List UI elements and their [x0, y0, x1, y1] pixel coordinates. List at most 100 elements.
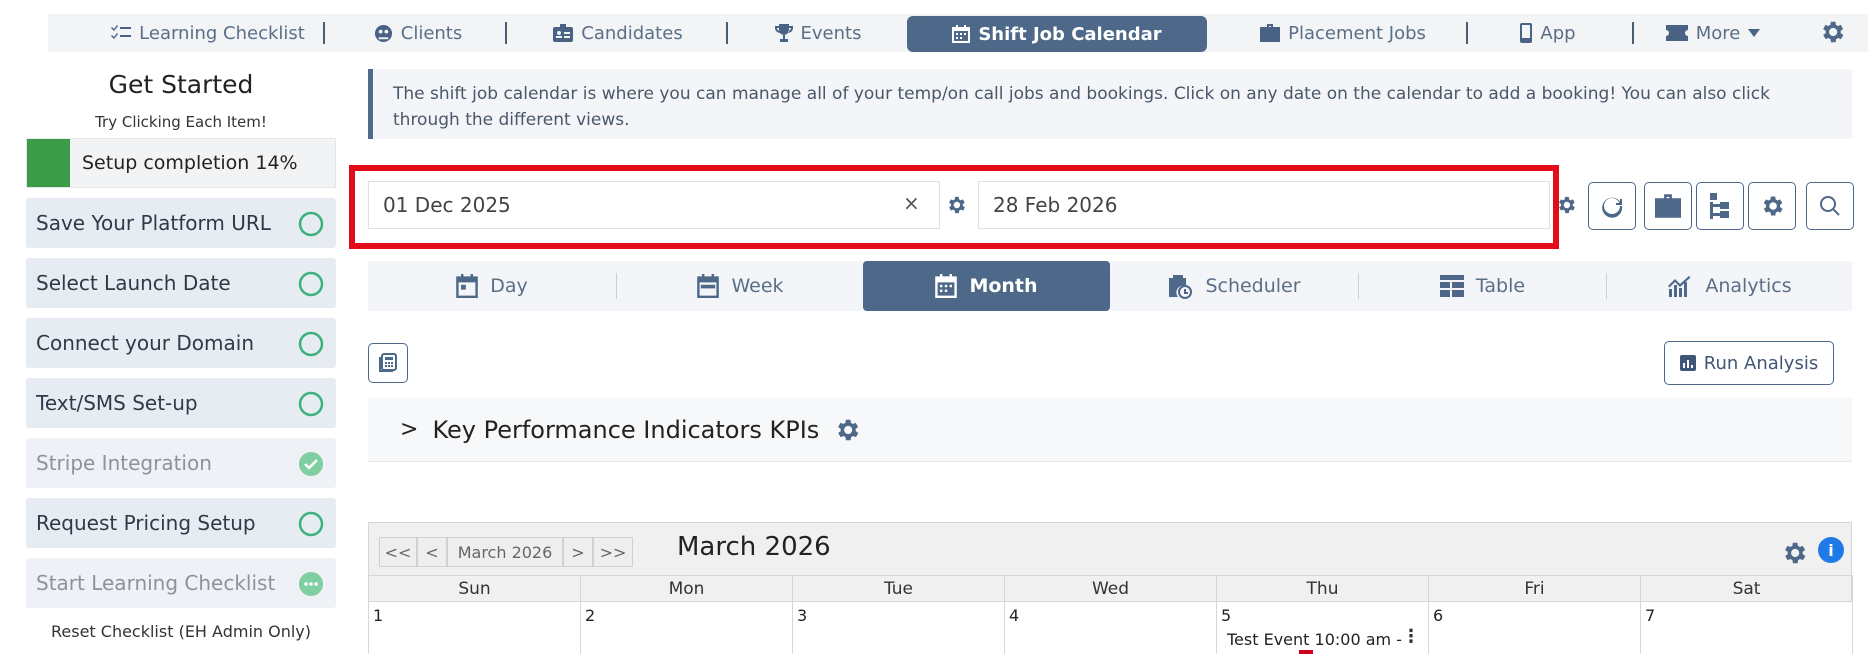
empty-circle-icon: [298, 331, 324, 357]
tab-label: Day: [490, 275, 528, 297]
nav-events[interactable]: Events: [738, 14, 898, 52]
nav-learning-checklist[interactable]: Learning Checklist: [88, 14, 328, 52]
calendar-day-cell[interactable]: 1: [369, 601, 581, 654]
nav-label: Clients: [400, 22, 463, 44]
ticket-icon: [1665, 25, 1688, 41]
nav-label: Shift Job Calendar: [978, 23, 1162, 45]
analytics-icon: [1668, 276, 1691, 297]
calendar-day-cell[interactable]: 7: [1641, 601, 1853, 654]
tab-label: Analytics: [1705, 275, 1792, 297]
briefcase-icon: [1260, 24, 1281, 42]
nav-more-dropdown[interactable]: More: [1648, 14, 1778, 52]
tab-table[interactable]: Table: [1359, 261, 1606, 311]
nav-shift-job-calendar[interactable]: Shift Job Calendar: [907, 16, 1207, 52]
chevron-right-icon: >: [400, 417, 419, 442]
nav-label: Events: [800, 22, 862, 44]
calendar-day-icon: [456, 274, 479, 298]
day-number: 2: [585, 606, 596, 625]
refresh-button[interactable]: [1588, 182, 1636, 230]
checklist-item-learning[interactable]: Start Learning Checklist: [26, 558, 336, 608]
refresh-icon: [1602, 197, 1623, 218]
weekday-header: Sun: [369, 575, 581, 601]
checklist-item-label: Select Launch Date: [36, 271, 231, 295]
nav-divider: [1466, 22, 1468, 44]
tab-label: Table: [1475, 275, 1526, 297]
chart-square-icon: [1679, 355, 1696, 371]
checklist-item-domain[interactable]: Connect your Domain: [26, 318, 336, 368]
reset-checklist-link[interactable]: Reset Checklist (EH Admin Only): [26, 622, 336, 641]
calendar-day-cell[interactable]: 2: [581, 601, 793, 654]
calendar-day-cell[interactable]: 6: [1429, 601, 1641, 654]
calendar-day-cell[interactable]: 4: [1005, 601, 1217, 654]
top-nav: Learning Checklist Clients Candidates Ev…: [48, 14, 1868, 52]
tab-month[interactable]: Month: [863, 261, 1110, 311]
kpi-settings-gear-icon[interactable]: [833, 416, 861, 444]
day-number: 7: [1645, 606, 1656, 625]
day-number: 6: [1433, 606, 1444, 625]
checklist-item-launch-date[interactable]: Select Launch Date: [26, 258, 336, 308]
end-date-settings-gear-icon[interactable]: [1555, 194, 1577, 216]
weekday-header: Fri: [1429, 575, 1641, 601]
calendar-gear-icon[interactable]: [1780, 539, 1808, 567]
checklist-item-platform-url[interactable]: Save Your Platform URL: [26, 198, 336, 248]
calendar-settings-button[interactable]: [1748, 182, 1796, 230]
calendar-day-cell[interactable]: 5 Test Event 10:00 am - ⋮: [1217, 601, 1429, 654]
month-label-button[interactable]: March 2026: [447, 537, 563, 567]
checklist-item-label: Save Your Platform URL: [36, 211, 271, 235]
checklist-item-stripe[interactable]: Stripe Integration: [26, 438, 336, 488]
nav-divider: [726, 22, 728, 44]
table-icon: [1439, 275, 1464, 297]
settings-gear-icon[interactable]: [1818, 18, 1846, 46]
setup-progress: Setup completion 14%: [26, 138, 336, 188]
info-banner: The shift job calendar is where you can …: [368, 69, 1852, 139]
run-analysis-label: Run Analysis: [1703, 352, 1819, 374]
tab-scheduler[interactable]: Scheduler: [1110, 261, 1358, 311]
last-page-button[interactable]: >>: [593, 537, 633, 567]
run-analysis-button[interactable]: Run Analysis: [1664, 341, 1834, 385]
nav-clients[interactable]: Clients: [338, 14, 498, 52]
nav-divider: [323, 22, 325, 44]
day-number: 5: [1221, 606, 1232, 625]
checklist-item-sms[interactable]: Text/SMS Set-up: [26, 378, 336, 428]
weekday-header: Tue: [793, 575, 1005, 601]
calendar-event[interactable]: Test Event 10:00 am -: [1227, 630, 1402, 649]
kpi-section-header[interactable]: > Key Performance Indicators KPIs: [368, 398, 1852, 462]
nav-app[interactable]: App: [1488, 14, 1608, 52]
gear-icon: [1763, 196, 1783, 216]
checklist-item-label: Text/SMS Set-up: [36, 391, 198, 415]
next-month-button[interactable]: >: [563, 537, 593, 567]
search-icon: [1819, 195, 1840, 216]
search-button[interactable]: [1806, 182, 1854, 230]
tab-week[interactable]: Week: [617, 261, 864, 311]
month-calendar: << < March 2026 > >> March 2026 i Sun Mo…: [368, 522, 1853, 654]
jobs-button[interactable]: [1644, 182, 1692, 230]
trophy-icon: [774, 24, 793, 42]
calendar-month-icon: [935, 274, 958, 298]
tab-label: Month: [969, 275, 1038, 297]
id-card-icon: [553, 24, 574, 42]
hierarchy-button[interactable]: [1696, 182, 1744, 230]
weekday-header: Thu: [1217, 575, 1429, 601]
nav-candidates[interactable]: Candidates: [518, 14, 718, 52]
calculator-button[interactable]: [368, 343, 408, 383]
first-page-button[interactable]: <<: [379, 537, 417, 567]
tab-label: Week: [731, 275, 784, 297]
checklist-item-label: Request Pricing Setup: [36, 511, 256, 535]
nav-placement-jobs[interactable]: Placement Jobs: [1218, 14, 1468, 52]
check-circle-icon: [299, 452, 323, 476]
calendar-day-cell[interactable]: 3: [793, 601, 1005, 654]
clipboard-clock-icon: [1169, 275, 1193, 299]
left-panel-title: Get Started: [108, 70, 254, 99]
event-menu-icon[interactable]: ⋮: [1402, 626, 1420, 647]
calendar-info-icon[interactable]: i: [1818, 537, 1844, 563]
day-number: 1: [373, 606, 384, 625]
day-number: 3: [797, 606, 808, 625]
tab-analytics[interactable]: Analytics: [1607, 261, 1852, 311]
clients-icon: [374, 24, 392, 42]
checklist-item-label: Connect your Domain: [36, 331, 254, 355]
prev-month-button[interactable]: <: [417, 537, 447, 567]
tab-day[interactable]: Day: [368, 261, 616, 311]
checklist-item-pricing[interactable]: Request Pricing Setup: [26, 498, 336, 548]
progress-label: Setup completion 14%: [82, 152, 298, 174]
highlight-box: [349, 165, 1559, 249]
